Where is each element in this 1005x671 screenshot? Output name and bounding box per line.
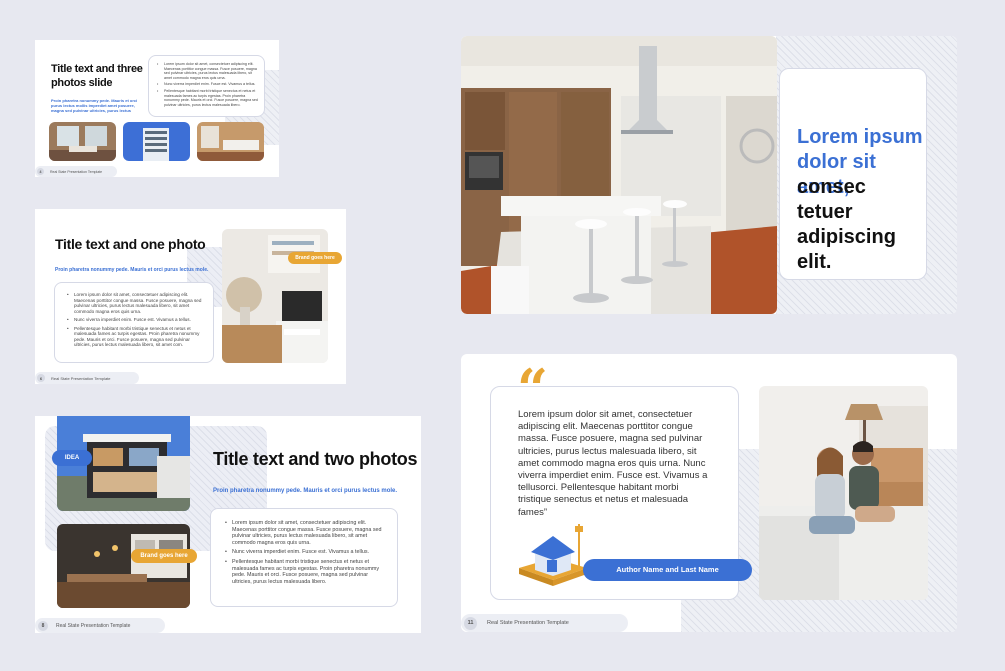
bullet-item: Pellentesque habitant morbi tristique se…: [157, 89, 258, 107]
slide-thumbnail-one-photo[interactable]: Title text and one photo Proin pharetra …: [35, 209, 346, 384]
building-photo: [123, 122, 190, 161]
slide-footer: 4 Real State Presentation Template: [35, 166, 117, 177]
bullet-item: Lorem ipsum dolor sit amet, consectetuer…: [157, 62, 258, 80]
slide-subtitle: Proin pharetra nonummy pede. Mauris et o…: [55, 267, 209, 273]
slide-thumbnail-three-photos[interactable]: Title text and three photos slide Proin …: [35, 40, 279, 177]
dining-room-photo: [57, 524, 190, 608]
slide-subtitle: Proin pharetra nonummy pede. Mauris et o…: [51, 98, 138, 113]
footer-text: Real State Presentation Template: [487, 620, 569, 626]
author-name-pill: Author Name and Last Name: [583, 559, 752, 581]
page-number: 8: [38, 620, 48, 631]
couple-photo: [759, 386, 928, 600]
page-number: 11: [464, 616, 477, 630]
quote-text: Lorem ipsum dolor sit amet, consectetuer…: [518, 409, 708, 518]
slide-footer: 11 Real State Presentation Template: [461, 614, 628, 632]
slide-footer: 8 Real State Presentation Template: [35, 618, 165, 633]
bullet-item: Nunc viverra imperdiet enim. Fusce est. …: [157, 82, 258, 87]
interior-photo: [49, 122, 116, 161]
bullet-card: Lorem ipsum dolor sit amet, consectetuer…: [148, 55, 265, 117]
slide-title: Title text and two photos: [213, 449, 418, 469]
heading-dark-text: consec tetuer adipiscing elit.: [797, 176, 896, 273]
kitchen-photo: [197, 122, 264, 161]
bullet-item: Lorem ipsum dolor sit amet, consectetuer…: [67, 292, 205, 314]
brand-tag: Brand goes here: [131, 549, 197, 563]
bullet-item: Pellentesque habitant morbi tristique se…: [67, 326, 205, 348]
slide-thumbnail-testimonial[interactable]: “ Lorem ipsum dolor sit amet, consectetu…: [461, 354, 957, 632]
page-number: 4: [37, 168, 44, 175]
quote-mark-icon: “: [517, 357, 549, 421]
slide-subtitle: Proin pharetra nonummy pede. Mauris et o…: [213, 488, 398, 494]
brand-tag: Brand goes here: [288, 252, 342, 264]
living-room-photo: [222, 229, 328, 363]
slide-thumbnail-kitchen-heading[interactable]: Lorem ipsum dolor sit amet, consec tetue…: [461, 36, 957, 314]
bullet-item: Nunc viverra imperdiet enim. Fusce est. …: [67, 317, 205, 323]
bullet-item: Lorem ipsum dolor sit amet, consectetuer…: [225, 520, 387, 546]
page-number: 6: [37, 374, 45, 382]
idea-badge: IDEA: [52, 450, 92, 466]
footer-text: Real State Presentation Template: [51, 375, 111, 381]
footer-text: Real State Presentation Template: [56, 622, 131, 629]
footer-text: Real State Presentation Template: [50, 169, 103, 174]
bullet-item: Nunc viverra imperdiet enim. Fusce est. …: [225, 549, 387, 556]
kitchen-island-photo: [461, 36, 777, 314]
bullet-card: Lorem ipsum dolor sit amet, consectetuer…: [54, 282, 214, 363]
slide-thumbnail-two-photos[interactable]: IDEA Brand goes here Title text and two …: [35, 416, 421, 633]
slide-footer: 6 Real State Presentation Template: [35, 372, 139, 384]
bullet-item: Pellentesque habitant morbi tristique se…: [225, 559, 387, 585]
house-illustration-icon: [513, 520, 593, 590]
slide-title: Title text and one photo: [55, 236, 206, 252]
slide-title: Title text and three photos slide: [51, 63, 143, 89]
bullet-card: Lorem ipsum dolor sit amet, consectetuer…: [210, 508, 398, 607]
